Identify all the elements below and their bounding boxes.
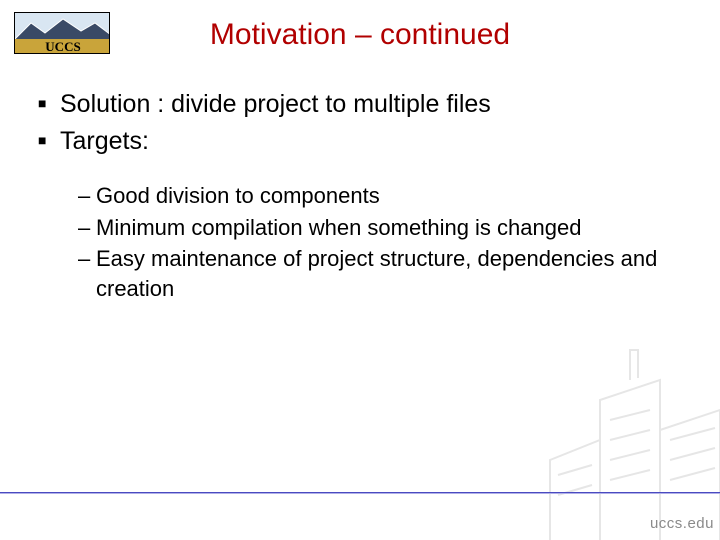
bullet-item: ■ Targets: — [38, 125, 680, 158]
bullet-text: Targets: — [60, 125, 680, 158]
sub-bullet-item: – Easy maintenance of project structure,… — [78, 244, 680, 303]
building-watermark-icon — [520, 340, 720, 540]
dash-bullet-icon: – — [78, 181, 96, 211]
dash-bullet-icon: – — [78, 244, 96, 274]
slide: UCCS Motivation – continued ■ Solution :… — [0, 0, 720, 540]
sub-bullet-item: – Minimum compilation when something is … — [78, 213, 680, 243]
sub-bullet-text: Good division to components — [96, 181, 680, 211]
sub-bullet-text: Minimum compilation when something is ch… — [96, 213, 680, 243]
sub-bullet-item: – Good division to components — [78, 181, 680, 211]
dash-bullet-icon: – — [78, 213, 96, 243]
footer-rule — [0, 492, 720, 494]
square-bullet-icon: ■ — [38, 88, 60, 118]
bullet-text: Solution : divide project to multiple fi… — [60, 88, 680, 121]
footer-url: uccs.edu — [650, 515, 714, 532]
bullet-item: ■ Solution : divide project to multiple … — [38, 88, 680, 121]
slide-body: ■ Solution : divide project to multiple … — [38, 88, 680, 306]
square-bullet-icon: ■ — [38, 125, 60, 155]
sub-bullet-text: Easy maintenance of project structure, d… — [96, 244, 680, 303]
sub-bullet-list: – Good division to components – Minimum … — [78, 181, 680, 304]
slide-title: Motivation – continued — [0, 18, 720, 52]
